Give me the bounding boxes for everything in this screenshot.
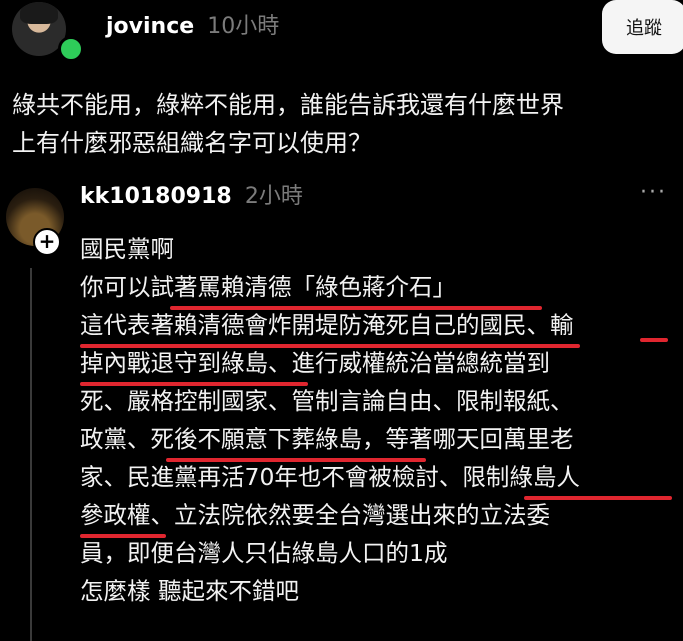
reply-time: 2小時 — [244, 184, 303, 209]
reply-line: 員，即便台灣人只佔綠島人口的1成 — [80, 539, 448, 567]
reply-header: kk10180918 2小時 — [80, 178, 303, 210]
reply-username[interactable]: kk10180918 — [80, 184, 232, 209]
post-time: 10小時 — [207, 14, 280, 39]
red-underline — [80, 344, 580, 348]
reply-line: 怎麼樣 聽起來不錯吧 — [80, 577, 299, 605]
reply-line: 政黨、死後不願意下葬綠島，等著哪天回萬里老 — [80, 425, 574, 453]
reply-line: 你可以試著罵賴清德「綠色蔣介石」 — [80, 273, 456, 301]
online-status-icon — [58, 36, 84, 62]
post-body: 綠共不能用，綠粹不能用，誰能告訴我還有什麼世界 上有什麼邪惡組織名字可以使用？ — [12, 86, 672, 162]
reply-line: 這代表著賴清德會炸開堤防淹死自己的國民、輸 — [80, 311, 574, 339]
post-line: 綠共不能用，綠粹不能用，誰能告訴我還有什麼世界 — [12, 91, 564, 119]
thread-line — [30, 268, 32, 641]
reply-body: 國民黨啊 你可以試著罵賴清德「綠色蔣介石」 這代表著賴清德會炸開堤防淹死自己的國… — [80, 230, 680, 610]
more-dots-icon[interactable]: ··· — [640, 180, 667, 205]
reply-line: 死、嚴格控制國家、管制言論自由、限制報紙、 — [80, 387, 574, 415]
reply-line: 掉內戰退守到綠島、進行威權統治當總統當到 — [80, 349, 550, 377]
follow-button[interactable]: 追蹤 — [602, 0, 683, 54]
red-underline — [524, 496, 672, 500]
red-underline — [80, 382, 308, 386]
red-underline — [640, 338, 668, 342]
post-username[interactable]: jovince — [106, 14, 194, 39]
post-line: 上有什麼邪惡組織名字可以使用？ — [12, 129, 372, 157]
red-underline — [170, 306, 542, 310]
reply-line: 家、民進黨再活70年也不會被檢討、限制綠島人 — [80, 463, 580, 491]
red-underline — [80, 534, 166, 538]
post-header: jovince 10小時 — [106, 8, 279, 40]
red-underline — [166, 458, 426, 462]
plus-icon[interactable]: + — [33, 228, 61, 256]
reply-line: 國民黨啊 — [80, 235, 174, 263]
reply-line: 參政權、立法院依然要全台灣選出來的立法委 — [80, 501, 550, 529]
